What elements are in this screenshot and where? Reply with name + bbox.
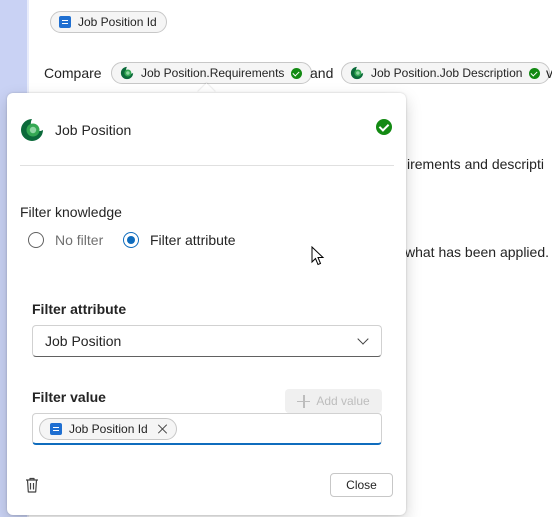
radio-label: Filter attribute <box>150 232 236 248</box>
filter-knowledge-label: Filter knowledge <box>20 204 122 220</box>
filter-attribute-dropdown[interactable]: Job Position <box>32 325 382 357</box>
token-label: Job Position Id <box>78 15 157 29</box>
job-position-id-token[interactable]: Job Position Id <box>50 11 167 33</box>
popup-header: Job Position <box>20 118 131 142</box>
divider <box>20 165 394 166</box>
filter-popup: Job Position Filter knowledge No filter … <box>7 93 406 515</box>
radio-circle-selected[interactable] <box>123 232 139 248</box>
radio-no-filter[interactable]: No filter <box>28 232 103 248</box>
add-value-label: Add value <box>316 394 370 408</box>
plus-icon <box>297 394 311 408</box>
filter-value-input[interactable]: Job Position Id <box>32 413 382 445</box>
requirements-token[interactable]: Job Position.Requirements <box>111 62 313 84</box>
popup-title: Job Position <box>55 122 132 138</box>
compare-text: Compare <box>44 65 102 81</box>
dropdown-value: Job Position <box>45 333 122 349</box>
token-label: Job Position.Job Description <box>371 66 523 80</box>
mouse-cursor-icon <box>311 246 325 266</box>
radio-label: No filter <box>55 232 104 248</box>
document-icon <box>59 16 71 28</box>
dataverse-icon <box>350 66 364 80</box>
check-circle-icon <box>291 67 303 79</box>
dataverse-icon <box>120 66 134 80</box>
body-text-line-3: what has been applied. <box>405 244 549 260</box>
token-label: Job Position.Requirements <box>141 66 285 80</box>
dismiss-icon[interactable] <box>158 424 168 434</box>
cut-text-right: v <box>546 65 552 81</box>
radio-circle[interactable] <box>28 232 44 248</box>
document-icon <box>50 422 62 435</box>
job-position-id-value-chip: Job Position Id <box>39 417 177 440</box>
dataverse-icon <box>21 119 43 141</box>
filter-attribute-label: Filter attribute <box>32 301 127 317</box>
check-circle-icon <box>376 119 392 135</box>
close-button[interactable]: Close <box>330 473 393 497</box>
body-text-line-2: irements and descripti <box>407 156 544 172</box>
check-circle-icon <box>529 67 541 79</box>
radio-filter-attribute[interactable]: Filter attribute <box>123 232 236 248</box>
add-value-button[interactable]: Add value <box>285 389 382 413</box>
and-text: and <box>310 65 334 81</box>
trash-icon[interactable] <box>23 476 41 494</box>
value-chip-label: Job Position Id <box>69 421 148 436</box>
chevron-down-icon <box>357 333 369 345</box>
job-description-token[interactable]: Job Position.Job Description <box>341 62 551 84</box>
filter-value-label: Filter value <box>32 389 106 405</box>
